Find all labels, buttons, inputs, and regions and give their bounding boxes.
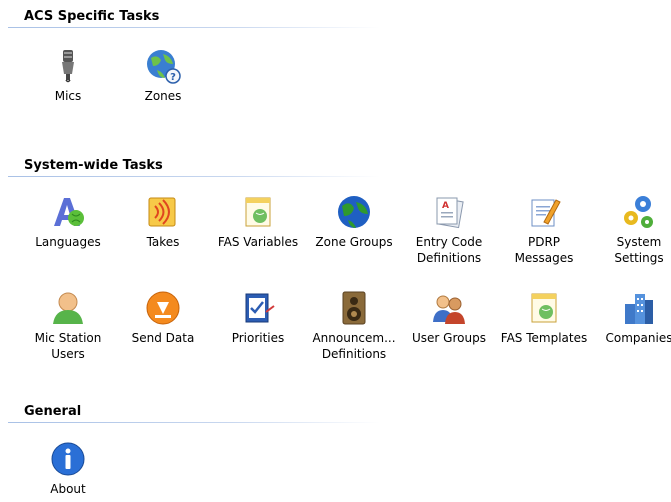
- fas-variables-label: FAS Variables: [217, 235, 299, 249]
- mic-station-users-label: Mic Station Users: [34, 331, 102, 361]
- svg-text:?: ?: [170, 72, 176, 83]
- fas-templates-label: FAS Templates: [500, 331, 588, 345]
- edit-document-icon: [531, 199, 561, 227]
- globe-question-icon: ?: [147, 50, 181, 84]
- about-tile[interactable]: About: [19, 441, 117, 497]
- mic-station-users-tile[interactable]: Mic Station Users: [19, 290, 117, 362]
- zones-tile[interactable]: ? Zones: [114, 48, 212, 104]
- fas-templates-tile[interactable]: FAS Templates: [495, 290, 593, 346]
- entry-code-definitions-label: Entry Code Definitions: [415, 235, 483, 265]
- companies-tile[interactable]: Companies: [590, 290, 671, 346]
- send-data-label: Send Data: [131, 331, 195, 345]
- info-icon: [51, 442, 85, 476]
- announcement-definitions-tile[interactable]: Announcem... Definitions: [305, 290, 403, 362]
- buildings-icon: [625, 294, 653, 324]
- gears-icon: [624, 196, 653, 228]
- system-settings-tile[interactable]: System Settings: [590, 194, 671, 266]
- download-arrow-icon: [146, 291, 180, 325]
- acs-section-divider: [8, 27, 380, 28]
- microphone-icon: [62, 50, 74, 83]
- about-label: About: [50, 482, 86, 496]
- acs-section-title: ACS Specific Tasks: [24, 9, 160, 24]
- zone-groups-tile[interactable]: Zone Groups: [305, 194, 403, 250]
- takes-icon: [148, 197, 176, 227]
- priorities-label: Priorities: [231, 331, 285, 345]
- languages-tile[interactable]: Languages: [19, 194, 117, 250]
- pdrp-messages-label: PDRP Messages: [514, 235, 574, 265]
- takes-tile[interactable]: Takes: [114, 194, 212, 250]
- fas-templates-icon: [531, 293, 557, 323]
- general-section-title: General: [24, 404, 82, 419]
- checklist-icon: [245, 293, 275, 323]
- speaker-icon: [342, 291, 366, 325]
- entry-code-definitions-tile[interactable]: A Entry Code Definitions: [400, 194, 498, 266]
- user-groups-tile[interactable]: User Groups: [400, 290, 498, 346]
- general-section-divider: [8, 422, 380, 423]
- globe-icon: [338, 196, 370, 228]
- system-section-divider: [8, 176, 380, 177]
- companies-label: Companies: [605, 331, 671, 345]
- svg-text:A: A: [442, 201, 449, 211]
- fas-variables-icon: [245, 197, 271, 227]
- languages-icon: [54, 198, 84, 226]
- send-data-tile[interactable]: Send Data: [114, 290, 212, 346]
- mics-tile[interactable]: Mics: [19, 48, 117, 104]
- users-group-icon: [433, 295, 465, 324]
- languages-label: Languages: [35, 235, 101, 249]
- zones-label: Zones: [144, 89, 182, 103]
- announcement-definitions-label: Announcem... Definitions: [312, 331, 396, 361]
- system-settings-label: System Settings: [614, 235, 664, 265]
- priorities-tile[interactable]: Priorities: [209, 290, 307, 346]
- takes-label: Takes: [146, 235, 180, 249]
- user-icon: [53, 292, 83, 324]
- documents-icon: A: [436, 197, 464, 229]
- fas-variables-tile[interactable]: FAS Variables: [209, 194, 307, 250]
- mics-label: Mics: [54, 89, 82, 103]
- system-section-title: System-wide Tasks: [24, 158, 163, 173]
- pdrp-messages-tile[interactable]: PDRP Messages: [495, 194, 593, 266]
- user-groups-label: User Groups: [412, 331, 486, 345]
- zone-groups-label: Zone Groups: [315, 235, 393, 249]
